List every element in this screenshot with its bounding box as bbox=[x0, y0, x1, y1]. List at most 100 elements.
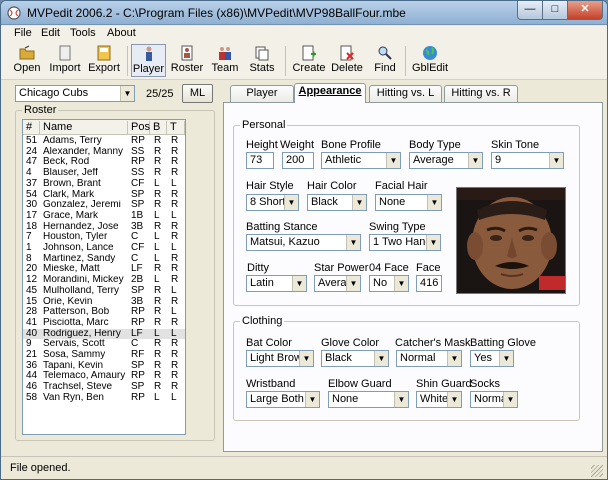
batting-stance-select[interactable]: Matsui, Kazuo ▼ bbox=[246, 234, 361, 251]
tab-hitting-vs-r[interactable]: Hitting vs. R bbox=[444, 85, 518, 102]
minimize-button[interactable]: — bbox=[517, 1, 543, 20]
open-button[interactable]: Open bbox=[12, 44, 42, 77]
star-power-select[interactable]: Averag▼ bbox=[314, 275, 361, 292]
table-row[interactable]: 41 Pisciotta, Marc RP R R bbox=[23, 318, 185, 329]
chevron-down-icon[interactable]: ▼ bbox=[299, 351, 313, 366]
delete-button[interactable]: Delete bbox=[330, 44, 364, 77]
table-row[interactable]: 24 Alexander, Manny SS R R bbox=[23, 147, 185, 158]
chevron-down-icon[interactable]: ▼ bbox=[352, 195, 366, 210]
elbow-guard-select[interactable]: None ▼ bbox=[328, 391, 409, 408]
catchers-mask-select[interactable]: Normal ▼ bbox=[396, 350, 462, 367]
table-row[interactable]: 4 Blauser, Jeff SS R R bbox=[23, 168, 185, 179]
hair-color-select[interactable]: Black ▼ bbox=[307, 194, 367, 211]
chevron-down-icon[interactable]: ▼ bbox=[426, 235, 440, 250]
roster-list[interactable]: # Name Pos B T 51 Adams, Terry RP R R 24 Alexa… bbox=[22, 119, 186, 435]
export-button[interactable]: Export bbox=[87, 44, 121, 77]
table-row[interactable]: 37 Brown, Brant CF L L bbox=[23, 179, 185, 190]
bone-profile-select[interactable]: Athletic ▼ bbox=[321, 152, 401, 169]
title-bar[interactable]: MVPedit 2006.2 - C:\Program Files (x86)\… bbox=[1, 1, 607, 25]
close-button[interactable]: ✕ bbox=[567, 1, 603, 20]
table-row[interactable]: 36 Tapani, Kevin SP R R bbox=[23, 361, 185, 372]
tab-hitting-vs-l[interactable]: Hitting vs. L bbox=[369, 85, 442, 102]
chevron-down-icon[interactable]: ▼ bbox=[305, 392, 319, 407]
bat-color-select[interactable]: Light Brown ▼ bbox=[246, 350, 314, 367]
table-row[interactable]: 7 Houston, Tyler C L R bbox=[23, 232, 185, 243]
chevron-down-icon[interactable]: ▼ bbox=[284, 195, 298, 210]
table-row[interactable]: 9 Servais, Scott C R R bbox=[23, 339, 185, 350]
shin-guard-select[interactable]: White ▼ bbox=[416, 391, 462, 408]
table-row[interactable]: 45 Mulholland, Terry SP R L bbox=[23, 286, 185, 297]
menu-edit[interactable]: Edit bbox=[41, 27, 60, 39]
chevron-down-icon[interactable]: ▼ bbox=[549, 153, 563, 168]
maximize-button[interactable]: □ bbox=[542, 1, 568, 20]
chevron-down-icon[interactable]: ▼ bbox=[447, 392, 461, 407]
table-row[interactable]: 12 Morandini, Mickey 2B L R bbox=[23, 275, 185, 286]
team-select[interactable]: Chicago Cubs ▼ bbox=[15, 85, 135, 102]
chevron-down-icon[interactable]: ▼ bbox=[394, 276, 408, 291]
tab-player[interactable]: Player bbox=[230, 85, 294, 102]
chevron-down-icon[interactable]: ▼ bbox=[468, 153, 482, 168]
hair-style-select[interactable]: 8 Short H ▼ bbox=[246, 194, 299, 211]
col-name[interactable]: Name bbox=[40, 121, 128, 135]
chevron-down-icon[interactable]: ▼ bbox=[503, 392, 517, 407]
table-row[interactable]: 30 Gonzalez, Jeremi SP R R bbox=[23, 200, 185, 211]
gbledit-button[interactable]: GblEdit bbox=[411, 44, 449, 77]
chevron-down-icon[interactable]: ▼ bbox=[427, 195, 441, 210]
face04-select[interactable]: No ▼ bbox=[369, 275, 409, 292]
table-row[interactable]: 17 Grace, Mark 1B L L bbox=[23, 211, 185, 222]
chevron-down-icon[interactable]: ▼ bbox=[499, 351, 513, 366]
chevron-down-icon[interactable]: ▼ bbox=[386, 153, 400, 168]
player-button[interactable]: Player bbox=[131, 44, 166, 77]
table-row[interactable]: 15 Orie, Kevin 3B R R bbox=[23, 297, 185, 308]
table-row[interactable]: 28 Patterson, Bob RP R L bbox=[23, 307, 185, 318]
body-type-select[interactable]: Average ▼ bbox=[409, 152, 483, 169]
table-row[interactable]: 58 Van Ryn, Ben RP L L bbox=[23, 393, 185, 404]
chevron-down-icon[interactable]: ▼ bbox=[346, 276, 360, 291]
menu-file[interactable]: File bbox=[14, 27, 32, 39]
table-row[interactable]: 51 Adams, Terry RP R R bbox=[23, 136, 185, 147]
table-row[interactable]: 44 Telemaco, Amaury RP R R bbox=[23, 371, 185, 382]
ditty-select[interactable]: Latin ▼ bbox=[246, 275, 307, 292]
find-button[interactable]: Find bbox=[372, 44, 398, 77]
team-button[interactable]: Team bbox=[209, 44, 241, 77]
skin-tone-select[interactable]: 9 ▼ bbox=[491, 152, 564, 169]
resize-grip-icon[interactable] bbox=[591, 465, 603, 477]
tab-appearance[interactable]: Appearance bbox=[294, 83, 366, 103]
chevron-down-icon[interactable]: ▼ bbox=[292, 276, 306, 291]
col-throws[interactable]: T bbox=[167, 121, 185, 135]
table-row[interactable]: 20 Mieske, Matt LF R R bbox=[23, 264, 185, 275]
table-row[interactable]: 8 Martinez, Sandy C L R bbox=[23, 254, 185, 265]
menu-tools[interactable]: Tools bbox=[70, 27, 96, 39]
col-pos[interactable]: Pos bbox=[128, 121, 150, 135]
table-row[interactable]: 40 Rodriguez, Henry LF L L bbox=[23, 328, 185, 340]
col-bats[interactable]: B bbox=[150, 121, 167, 135]
table-row[interactable]: 18 Hernandez, Jose 3B R R bbox=[23, 222, 185, 233]
table-row[interactable]: 47 Beck, Rod RP R R bbox=[23, 157, 185, 168]
facial-hair-select[interactable]: None ▼ bbox=[375, 194, 442, 211]
stats-button[interactable]: Stats bbox=[247, 44, 277, 77]
height-value: 73 bbox=[250, 154, 263, 166]
chevron-down-icon[interactable]: ▼ bbox=[394, 392, 408, 407]
chevron-down-icon[interactable]: ▼ bbox=[120, 86, 134, 101]
chevron-down-icon[interactable]: ▼ bbox=[374, 351, 388, 366]
create-button[interactable]: Create bbox=[291, 44, 327, 77]
table-row[interactable]: 21 Sosa, Sammy RF R R bbox=[23, 350, 185, 361]
table-row[interactable]: 46 Trachsel, Steve SP R R bbox=[23, 382, 185, 393]
ml-button[interactable]: ML bbox=[182, 84, 213, 103]
roster-button[interactable]: Roster bbox=[170, 44, 204, 77]
chevron-down-icon[interactable]: ▼ bbox=[447, 351, 461, 366]
import-button[interactable]: Import bbox=[47, 44, 83, 77]
table-row[interactable]: 54 Clark, Mark SP R R bbox=[23, 190, 185, 201]
face-input[interactable]: 416 bbox=[416, 275, 442, 292]
menu-about[interactable]: About bbox=[107, 27, 136, 39]
col-number[interactable]: # bbox=[23, 121, 40, 135]
socks-select[interactable]: Normal ▼ bbox=[470, 391, 518, 408]
weight-input[interactable]: 200 bbox=[282, 152, 314, 169]
table-row[interactable]: 1 Johnson, Lance CF L L bbox=[23, 243, 185, 254]
swing-type-select[interactable]: 1 Two Hands ▼ bbox=[369, 234, 441, 251]
batting-glove-select[interactable]: Yes ▼ bbox=[470, 350, 514, 367]
glove-color-select[interactable]: Black ▼ bbox=[321, 350, 389, 367]
height-input[interactable]: 73 bbox=[246, 152, 274, 169]
chevron-down-icon[interactable]: ▼ bbox=[346, 235, 360, 250]
wristband-select[interactable]: Large Both ▼ bbox=[246, 391, 320, 408]
